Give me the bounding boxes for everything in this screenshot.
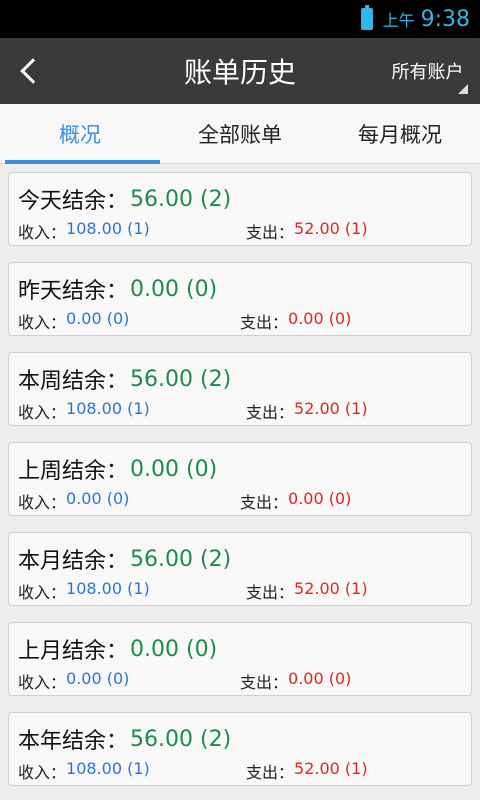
summary-card[interactable]: 上周结余： 0.00 (0) 收入： 0.00 (0) 支出： 0.00 (0) — [8, 442, 472, 516]
period-label: 本周结余： — [18, 369, 129, 394]
tab-monthly-overview[interactable]: 每月概况 — [320, 104, 480, 163]
balance-line: 上周结余： 0.00 (0) — [18, 451, 461, 487]
income-group: 收入： 108.00 (1) — [18, 759, 246, 783]
income-value: 108.00 (1) — [66, 219, 150, 238]
income-value: 108.00 (1) — [66, 759, 150, 778]
expense-group: 支出： 0.00 (0) — [240, 669, 351, 693]
tab-label: 概况 — [59, 122, 101, 147]
summary-card[interactable]: 本年结余： 56.00 (2) 收入： 108.00 (1) 支出： 52.00… — [8, 712, 472, 786]
income-group: 收入： 108.00 (1) — [18, 399, 246, 423]
summary-card[interactable]: 本月结余： 56.00 (2) 收入： 108.00 (1) 支出： 52.00… — [8, 532, 472, 606]
account-selector[interactable]: 所有账户 — [375, 38, 480, 104]
income-group: 收入： 0.00 (0) — [18, 669, 240, 693]
expense-group: 支出： 52.00 (1) — [246, 219, 368, 243]
detail-line: 收入： 0.00 (0) 支出： 0.00 (0) — [18, 489, 461, 513]
period-label: 上周结余： — [18, 459, 129, 484]
balance-line: 今天结余： 56.00 (2) — [18, 181, 461, 217]
balance-line: 本周结余： 56.00 (2) — [18, 361, 461, 397]
income-label: 收入： — [18, 313, 67, 332]
expense-value: 0.00 (0) — [288, 489, 352, 508]
summary-card[interactable]: 今天结余： 56.00 (2) 收入： 108.00 (1) 支出： 52.00… — [8, 172, 472, 246]
detail-line: 收入： 108.00 (1) 支出： 52.00 (1) — [18, 219, 461, 243]
expense-label: 支出： — [240, 673, 289, 692]
expense-value: 52.00 (1) — [294, 759, 368, 778]
income-group: 收入： 0.00 (0) — [18, 489, 240, 513]
income-label: 收入： — [18, 673, 67, 692]
income-group: 收入： 0.00 (0) — [18, 309, 240, 333]
expense-group: 支出： 52.00 (1) — [246, 399, 368, 423]
detail-line: 收入： 0.00 (0) 支出： 0.00 (0) — [18, 309, 461, 333]
detail-line: 收入： 108.00 (1) 支出： 52.00 (1) — [18, 759, 461, 783]
period-label: 本年结余： — [18, 729, 129, 754]
income-label: 收入： — [18, 763, 67, 782]
income-value: 108.00 (1) — [66, 579, 150, 598]
balance-value: 0.00 (0) — [130, 636, 218, 662]
income-group: 收入： 108.00 (1) — [18, 219, 246, 243]
balance-value: 56.00 (2) — [130, 366, 232, 392]
expense-value: 0.00 (0) — [288, 669, 352, 688]
chevron-left-icon — [20, 58, 46, 84]
expense-value: 52.00 (1) — [294, 219, 368, 238]
income-value: 0.00 (0) — [66, 489, 130, 508]
expense-value: 0.00 (0) — [288, 309, 352, 328]
summary-card[interactable]: 上月结余： 0.00 (0) 收入： 0.00 (0) 支出： 0.00 (0) — [8, 622, 472, 696]
income-label: 收入： — [18, 403, 67, 422]
detail-line: 收入： 0.00 (0) 支出： 0.00 (0) — [18, 669, 461, 693]
expense-value: 52.00 (1) — [294, 579, 368, 598]
income-group: 收入： 108.00 (1) — [18, 579, 246, 603]
dropdown-corner-icon — [458, 84, 468, 94]
income-value: 0.00 (0) — [66, 309, 130, 328]
income-label: 收入： — [18, 223, 67, 242]
period-label: 本月结余： — [18, 549, 129, 574]
balance-value: 0.00 (0) — [130, 456, 218, 482]
period-label: 上月结余： — [18, 639, 129, 664]
summary-list: 今天结余： 56.00 (2) 收入： 108.00 (1) 支出： 52.00… — [0, 164, 480, 786]
tab-bar: 概况 全部账单 每月概况 — [0, 104, 480, 164]
balance-line: 昨天结余： 0.00 (0) — [18, 271, 461, 307]
balance-line: 本年结余： 56.00 (2) — [18, 721, 461, 757]
period-label: 今天结余： — [18, 189, 129, 214]
expense-group: 支出： 0.00 (0) — [240, 489, 351, 513]
status-time: 9:38 — [420, 6, 470, 32]
balance-value: 0.00 (0) — [130, 276, 218, 302]
expense-group: 支出： 52.00 (1) — [246, 759, 368, 783]
balance-value: 56.00 (2) — [130, 546, 232, 572]
expense-group: 支出： 52.00 (1) — [246, 579, 368, 603]
expense-label: 支出： — [246, 403, 295, 422]
summary-card[interactable]: 昨天结余： 0.00 (0) 收入： 0.00 (0) 支出： 0.00 (0) — [8, 262, 472, 336]
battery-icon — [360, 5, 373, 30]
tab-all-bills[interactable]: 全部账单 — [160, 104, 320, 163]
tab-overview[interactable]: 概况 — [0, 104, 160, 164]
expense-group: 支出： 0.00 (0) — [240, 309, 351, 333]
status-bar: 上午 9:38 — [0, 0, 480, 38]
balance-line: 本月结余： 56.00 (2) — [18, 541, 461, 577]
income-value: 108.00 (1) — [66, 399, 150, 418]
detail-line: 收入： 108.00 (1) 支出： 52.00 (1) — [18, 399, 461, 423]
title-bar: 账单历史 所有账户 — [0, 38, 480, 104]
balance-value: 56.00 (2) — [130, 186, 232, 212]
income-value: 0.00 (0) — [66, 669, 130, 688]
account-selector-label: 所有账户 — [391, 62, 464, 83]
back-button[interactable] — [0, 38, 60, 104]
tab-label: 全部账单 — [198, 122, 282, 147]
income-label: 收入： — [18, 493, 67, 512]
expense-label: 支出： — [246, 223, 295, 242]
tab-label: 每月概况 — [358, 122, 442, 147]
expense-label: 支出： — [246, 583, 295, 602]
income-label: 收入： — [18, 583, 67, 602]
balance-line: 上月结余： 0.00 (0) — [18, 631, 461, 667]
expense-value: 52.00 (1) — [294, 399, 368, 418]
expense-label: 支出： — [240, 313, 289, 332]
balance-value: 56.00 (2) — [130, 726, 232, 752]
period-label: 昨天结余： — [18, 279, 129, 304]
status-ampm: 上午 — [382, 11, 415, 30]
summary-card[interactable]: 本周结余： 56.00 (2) 收入： 108.00 (1) 支出： 52.00… — [8, 352, 472, 426]
expense-label: 支出： — [240, 493, 289, 512]
detail-line: 收入： 108.00 (1) 支出： 52.00 (1) — [18, 579, 461, 603]
expense-label: 支出： — [246, 763, 295, 782]
